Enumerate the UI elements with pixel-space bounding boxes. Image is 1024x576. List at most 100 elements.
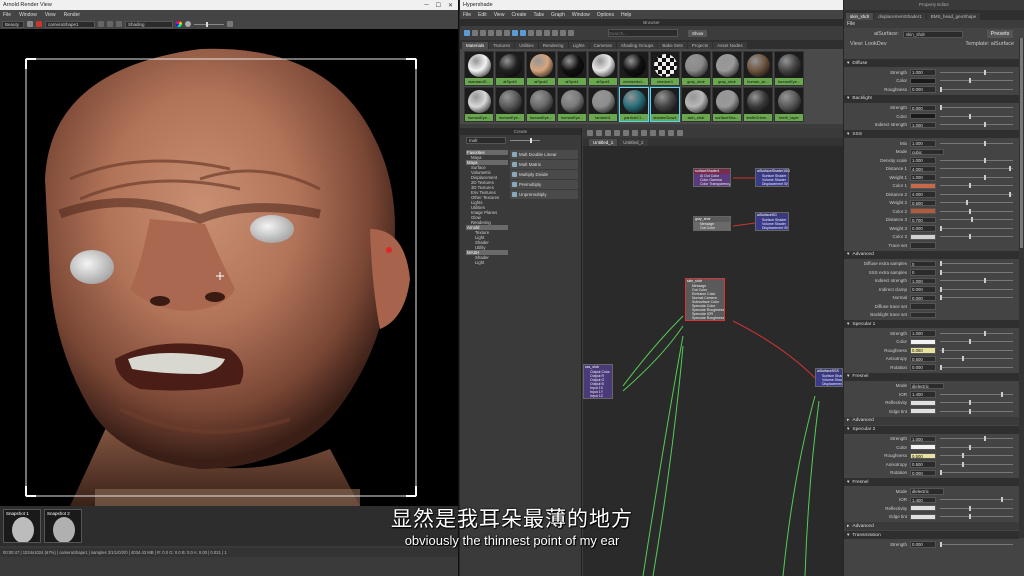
graph-tool-icon-11[interactable]	[677, 130, 683, 136]
expand-arrow-icon[interactable]: ▸	[847, 524, 849, 529]
attribute-section-header[interactable]: ▾ SSS	[844, 130, 1019, 138]
material-swatch[interactable]: aiSpot1	[557, 51, 587, 86]
attribute-value-field[interactable]: 1.000	[910, 69, 936, 76]
attribute-value-field[interactable]	[910, 311, 936, 318]
color-swatch[interactable]	[910, 77, 936, 84]
material-swatch[interactable]: humanEye...	[495, 87, 525, 122]
shader-node[interactable]: aiSurfaceSG Surface Shader Volume Shader Di…	[755, 212, 789, 231]
tool-icon-3[interactable]	[480, 30, 486, 36]
attribute-value-field[interactable]: dielectric	[910, 488, 944, 495]
tab-projects[interactable]: Projects	[687, 42, 713, 49]
graph-tool-icon-2[interactable]	[596, 130, 602, 136]
attribute-slider[interactable]	[940, 261, 1013, 267]
attribute-value-field[interactable]: 0.000	[910, 86, 936, 93]
material-swatch[interactable]: checker1	[650, 51, 680, 86]
snapshot-thumb-1[interactable]: Snapshot 1	[3, 509, 41, 543]
attribute-slider[interactable]	[940, 105, 1013, 111]
tab-materials[interactable]: Materials	[462, 42, 489, 49]
attribute-slider[interactable]	[940, 436, 1013, 442]
collapse-arrow-icon[interactable]: ▾	[847, 427, 849, 432]
attribute-slider[interactable]	[940, 278, 1013, 284]
attribute-section-header[interactable]: ▾ Advanced	[844, 250, 1019, 259]
color-swatch[interactable]	[910, 505, 936, 512]
shader-node-port[interactable]: Displacement Shader	[756, 226, 788, 230]
snapshot-thumb-2[interactable]: Snapshot 2	[44, 509, 82, 543]
menu-window[interactable]: Window	[19, 12, 37, 18]
shader-node[interactable]: skin_shdr Message Out Color Emission Color N…	[685, 278, 725, 321]
attribute-section-header[interactable]: ▾ Specular 1	[844, 320, 1019, 328]
attribute-slider[interactable]	[940, 400, 1013, 406]
tool-icon-2[interactable]	[472, 30, 478, 36]
attribute-value-field[interactable]: 0.000	[910, 364, 936, 371]
graph-tool-icon-9[interactable]	[659, 130, 665, 136]
menu-file[interactable]: File	[463, 12, 471, 18]
attribute-section-header[interactable]: ▾ Fresnel	[844, 372, 1019, 381]
close-icon[interactable]: ✕	[448, 2, 453, 9]
attribute-slider[interactable]	[940, 505, 1013, 511]
attribute-value-field[interactable]: 0.000	[910, 286, 936, 293]
color-swatch[interactable]	[910, 399, 936, 406]
menu-window[interactable]: Window	[572, 12, 590, 18]
minimize-icon[interactable]: ─	[424, 2, 428, 9]
menu-tabs[interactable]: Tabs	[533, 12, 544, 18]
attribute-slider[interactable]	[940, 330, 1013, 336]
create-node-item[interactable]: Premultiply	[510, 180, 578, 189]
color-swatch[interactable]	[910, 208, 936, 215]
collapse-arrow-icon[interactable]: ▾	[847, 96, 849, 101]
attribute-value-field[interactable]	[910, 242, 936, 249]
menu-create[interactable]: Create	[511, 12, 526, 18]
attribute-section-header[interactable]: ▾ Fresnel	[844, 478, 1019, 486]
material-swatch[interactable]: gray_shdr	[681, 51, 711, 86]
attribute-slider[interactable]	[940, 470, 1013, 476]
material-swatch[interactable]: skin_shdr	[681, 87, 711, 122]
shader-node[interactable]: aiSurfaceSSSSurface ShaderVolume ShaderD…	[815, 368, 843, 387]
attribute-slider[interactable]	[940, 391, 1013, 397]
graph-tool-icon-8[interactable]	[650, 130, 656, 136]
tool-icon-1[interactable]	[464, 30, 470, 36]
camera-dropdown[interactable]: cameraShape1	[45, 20, 95, 28]
tab-shading-groups[interactable]: Shading Groups	[616, 42, 658, 49]
tool-icon-11[interactable]	[544, 30, 550, 36]
attribute-slider[interactable]	[940, 69, 1013, 75]
attribute-value-field[interactable]: 0.000	[910, 541, 936, 548]
tab-bake-sets[interactable]: Bake Sets	[658, 42, 687, 49]
prop-tab-displacement[interactable]: displacementShader1	[874, 13, 926, 20]
create-node-item[interactable]: Multiply Divide	[510, 170, 578, 179]
collapse-arrow-icon[interactable]: ▾	[847, 61, 849, 66]
create-node-item[interactable]: Mult Matrix	[510, 160, 578, 169]
graph-tab-1[interactable]: Untitled_1	[589, 138, 618, 146]
tab-asset-nodes[interactable]: Asset Nodes	[713, 42, 747, 49]
graph-tool-icon-10[interactable]	[668, 130, 674, 136]
color-swatch[interactable]	[910, 338, 936, 345]
material-swatch[interactable]: humanEye...	[774, 51, 804, 86]
material-swatch[interactable]: teeth_layer	[774, 87, 804, 122]
tab-utilities[interactable]: Utilities	[515, 42, 538, 49]
attribute-slider[interactable]	[940, 541, 1013, 547]
attribute-slider[interactable]	[940, 286, 1013, 292]
region-icon[interactable]	[98, 21, 104, 27]
attribute-value-field[interactable]: 0.600	[910, 199, 936, 206]
attribute-value-field[interactable]: 0.500	[910, 452, 936, 459]
attribute-section-header[interactable]: ▾ Diffuse	[844, 59, 1019, 67]
attribute-value-field[interactable]: 0.000	[910, 294, 936, 301]
tool-icon-14[interactable]	[568, 30, 574, 36]
graph-tool-icon-1[interactable]	[587, 130, 593, 136]
menu-graph[interactable]: Graph	[551, 12, 565, 18]
shader-node-port[interactable]: Displacement Shader	[816, 382, 842, 386]
create-node-item[interactable]: Unpremultiply	[510, 190, 578, 199]
menu-render[interactable]: Render	[64, 12, 80, 18]
node-graph-editor[interactable]: Untitled_1 Untitled_2 surfaceShader1 Ai O…	[583, 128, 843, 576]
tab-lights[interactable]: Lights	[568, 42, 589, 49]
attribute-slider[interactable]	[940, 461, 1013, 467]
attribute-slider[interactable]	[940, 347, 1013, 353]
shader-node[interactable]: sss_shdr Output Color Output R Output G Outp…	[583, 364, 613, 399]
collapse-arrow-icon[interactable]: ▾	[847, 374, 849, 379]
create-tree-item[interactable]: Light	[466, 260, 508, 265]
snapshot-icon[interactable]	[116, 21, 122, 27]
color-swatch[interactable]	[910, 408, 936, 415]
attribute-value-field[interactable]: 1.000	[910, 330, 936, 337]
tab-rendering[interactable]: Rendering	[538, 42, 568, 49]
attribute-value-field[interactable]: 0.000	[910, 225, 936, 232]
tool-icon-13[interactable]	[560, 30, 566, 36]
graph-tool-icon-5[interactable]	[623, 130, 629, 136]
